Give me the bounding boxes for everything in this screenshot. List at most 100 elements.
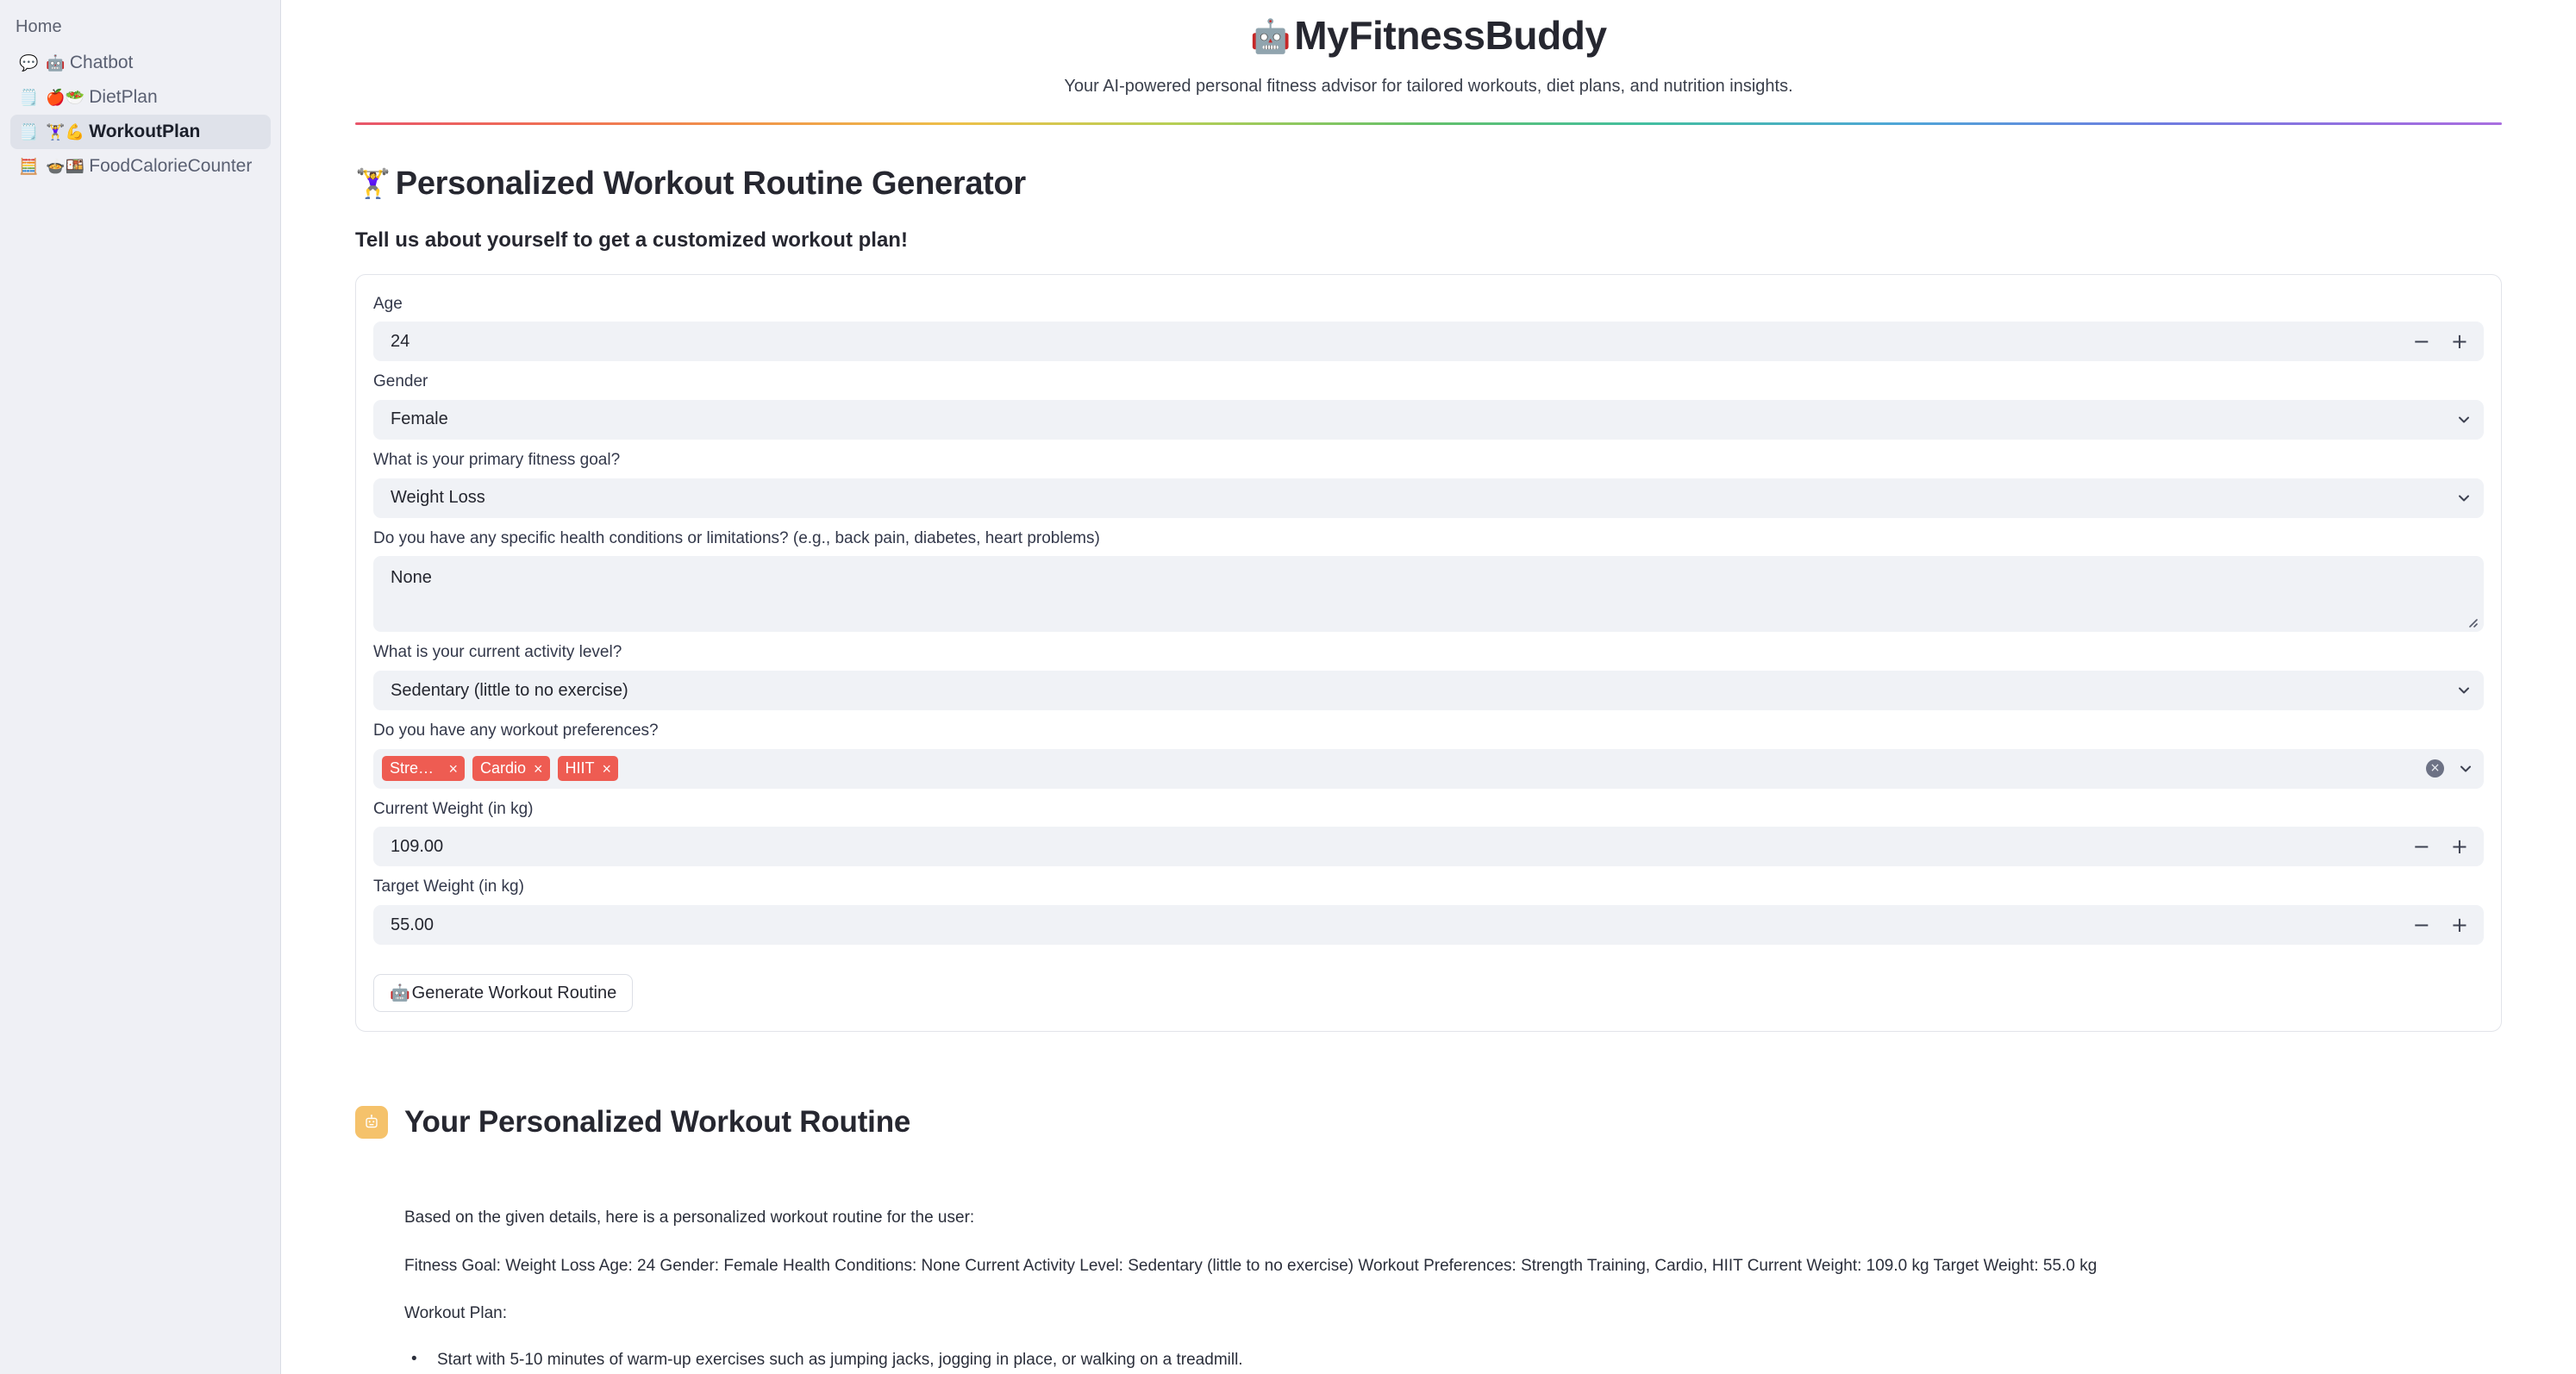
age-decrement-button[interactable]: −: [2413, 331, 2430, 352]
target-weight-input[interactable]: 55.00 − +: [373, 905, 2484, 946]
robot-icon: 🤖: [1250, 19, 1291, 55]
gender-value: Female: [391, 409, 448, 429]
health-value: None: [391, 568, 432, 588]
weightlifter-bicep-icon: 🏋️‍♀️💪: [46, 123, 85, 141]
clear-all-icon[interactable]: ×: [2426, 759, 2444, 778]
activity-value: Sedentary (little to no exercise): [391, 680, 628, 700]
current-weight-value: 109.00: [391, 836, 444, 856]
main-content: 🤖MyFitnessBuddy Your AI-powered personal…: [281, 0, 2576, 1374]
preferences-controls: ×: [2426, 759, 2473, 778]
remove-tag-icon[interactable]: ×: [448, 761, 458, 777]
sidebar-item-dietplan[interactable]: 🗒️ 🍎🥗 DietPlan: [10, 80, 271, 115]
preference-tag-label: HIIT: [565, 759, 595, 778]
sidebar-item-label: FoodCalorieCounter: [89, 156, 253, 176]
results-section: Your Personalized Workout Routine Based …: [355, 1075, 2502, 1374]
app-title-text: MyFitnessBuddy: [1294, 13, 1607, 58]
preference-tag-label: Strength Train…: [390, 759, 441, 778]
gender-label: Gender: [373, 372, 428, 391]
target-weight-label: Target Weight (in kg): [373, 877, 524, 896]
health-textarea[interactable]: None: [373, 556, 2484, 633]
field-fitness-goal: What is your primary fitness goal? Weigh…: [373, 450, 2484, 518]
field-target-weight: Target Weight (in kg) 55.00 − +: [373, 877, 2484, 946]
sidebar-nav: 💬 🤖 Chatbot 🗒️ 🍎🥗 DietPlan 🗒️ 🏋️‍♀️💪 Wor…: [0, 46, 281, 184]
current-weight-input[interactable]: 109.00 − +: [373, 827, 2484, 867]
field-current-weight: Current Weight (in kg) 109.00 − +: [373, 799, 2484, 867]
app-root: Home 💬 🤖 Chatbot 🗒️ 🍎🥗 DietPlan 🗒️ 🏋️‍♀️…: [0, 0, 2576, 1374]
sidebar-home-label[interactable]: Home: [0, 12, 281, 46]
results-body: Based on the given details, here is a pe…: [355, 1170, 2502, 1374]
robot-icon: 🤖: [46, 54, 66, 72]
chevron-down-icon[interactable]: [2458, 761, 2473, 777]
app-title: 🤖MyFitnessBuddy: [355, 14, 2502, 58]
chevron-down-icon[interactable]: [2456, 490, 2472, 506]
chevron-down-icon[interactable]: [2456, 412, 2472, 428]
preference-tag-label: Cardio: [480, 759, 527, 778]
current-weight-increment-button[interactable]: +: [2451, 836, 2468, 857]
target-weight-value: 55.00: [391, 915, 435, 934]
resize-handle-icon[interactable]: [2466, 615, 2479, 628]
weightlifter-icon: 🏋️‍♀️: [355, 166, 391, 199]
robot-icon: 🤖: [390, 984, 410, 1003]
generate-workout-routine-button[interactable]: 🤖 Generate Workout Routine: [373, 974, 634, 1013]
results-bullet-list: Start with 5-10 minutes of warm-up exerc…: [404, 1347, 2502, 1374]
preferences-multiselect[interactable]: Strength Train… × Cardio × HIIT ×: [373, 748, 2484, 789]
field-activity-level: What is your current activity level? Sed…: [373, 642, 2484, 711]
preferences-tag-list: Strength Train… × Cardio × HIIT ×: [382, 756, 2419, 782]
field-age: Age 24 − +: [373, 294, 2484, 362]
sidebar-item-chatbot[interactable]: 💬 🤖 Chatbot: [10, 46, 271, 80]
goal-label: What is your primary fitness goal?: [373, 450, 621, 469]
age-stepper: − +: [2413, 331, 2472, 352]
workout-form-card: Age 24 − + Gender Female What is your pr…: [355, 273, 2502, 1033]
health-label: Do you have any specific health conditio…: [373, 528, 1100, 547]
field-health-conditions: Do you have any specific health conditio…: [373, 528, 2484, 633]
notepad-icon: 🗒️: [19, 123, 39, 141]
current-weight-stepper: − +: [2413, 836, 2472, 857]
field-gender: Gender Female: [373, 372, 2484, 440]
remove-tag-icon[interactable]: ×: [534, 761, 543, 777]
bowl-bento-icon: 🍲🍱: [46, 158, 85, 175]
sidebar: Home 💬 🤖 Chatbot 🗒️ 🍎🥗 DietPlan 🗒️ 🏋️‍♀️…: [0, 0, 281, 1374]
speech-balloon-icon: 💬: [19, 54, 39, 72]
target-weight-increment-button[interactable]: +: [2451, 915, 2468, 935]
generate-button-label: Generate Workout Routine: [411, 983, 617, 1002]
app-subtitle: Your AI-powered personal fitness advisor…: [1064, 76, 1793, 96]
activity-select[interactable]: Sedentary (little to no exercise): [373, 671, 2484, 711]
remove-tag-icon[interactable]: ×: [603, 761, 612, 777]
target-weight-stepper: − +: [2413, 915, 2472, 935]
activity-label: What is your current activity level?: [373, 643, 622, 662]
gender-select[interactable]: Female: [373, 399, 2484, 440]
sidebar-item-label: WorkoutPlan: [89, 122, 201, 141]
preferences-label: Do you have any workout preferences?: [373, 721, 659, 740]
preference-tag[interactable]: Strength Train… ×: [382, 756, 465, 782]
results-plan-label: Workout Plan:: [404, 1303, 507, 1322]
results-title: Your Personalized Workout Routine: [404, 1105, 911, 1140]
sidebar-item-label: DietPlan: [89, 87, 158, 107]
age-value: 24: [391, 331, 410, 351]
goal-value: Weight Loss: [391, 488, 485, 508]
age-label: Age: [373, 294, 403, 313]
sidebar-item-label: Chatbot: [69, 53, 134, 72]
current-weight-label: Current Weight (in kg): [373, 799, 534, 818]
current-weight-decrement-button[interactable]: −: [2413, 836, 2430, 857]
page-subtitle: Tell us about yourself to get a customiz…: [355, 228, 908, 252]
robot-icon: [366, 1115, 378, 1128]
sidebar-item-workoutplan[interactable]: 🗒️ 🏋️‍♀️💪 WorkoutPlan: [10, 115, 271, 149]
notepad-icon: 🗒️: [19, 89, 39, 106]
goal-select[interactable]: Weight Loss: [373, 478, 2484, 518]
field-workout-preferences: Do you have any workout preferences? Str…: [373, 721, 2484, 789]
apple-salad-icon: 🍎🥗: [46, 89, 85, 106]
rainbow-divider: [355, 122, 2502, 125]
chevron-down-icon[interactable]: [2456, 683, 2472, 698]
abacus-icon: 🧮: [19, 158, 39, 175]
results-header: Your Personalized Workout Routine: [355, 1075, 2502, 1170]
preference-tag[interactable]: HIIT ×: [557, 756, 619, 782]
page-title: 🏋️‍♀️ Personalized Workout Routine Gener…: [355, 166, 2502, 203]
sidebar-item-foodcaloriecounter[interactable]: 🧮 🍲🍱 FoodCalorieCounter: [10, 149, 271, 184]
age-increment-button[interactable]: +: [2451, 331, 2468, 352]
age-input[interactable]: 24 − +: [373, 322, 2484, 362]
results-summary: Fitness Goal: Weight Loss Age: 24 Gender…: [404, 1256, 2098, 1275]
page-title-text: Personalized Workout Routine Generator: [395, 165, 1026, 202]
target-weight-decrement-button[interactable]: −: [2413, 915, 2430, 935]
preference-tag[interactable]: Cardio ×: [472, 756, 550, 782]
assistant-avatar: [355, 1106, 388, 1140]
